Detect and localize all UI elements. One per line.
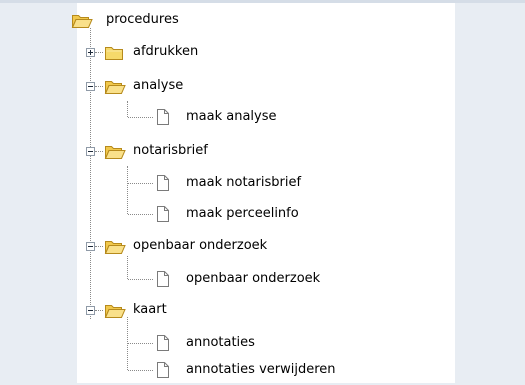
collapse-toggle[interactable]: [86, 242, 95, 251]
tree-node-label: kaart: [133, 302, 167, 317]
tree-node-label: openbaar onderzoek: [186, 271, 321, 286]
tree-node-label: notarisbrief: [133, 143, 208, 158]
tree-node-label: openbaar onderzoek: [133, 238, 268, 253]
open-folder-icon: [71, 15, 93, 28]
open-folder-icon: [104, 305, 126, 318]
folder-icon: [105, 47, 123, 60]
document-icon: [157, 109, 169, 125]
tree-leaf-maak-perceelinfo[interactable]: maak perceelinfo: [77, 205, 455, 229]
tree-node-label: analyse: [133, 78, 184, 93]
open-folder-icon: [104, 81, 126, 94]
tree-node-label: maak notarisbrief: [186, 175, 302, 190]
tree-node-analyse[interactable]: analyse: [77, 77, 455, 101]
collapse-toggle[interactable]: [86, 147, 95, 156]
tree-node-afdrukken[interactable]: afdrukken: [77, 43, 455, 67]
tree-panel: procedures afdrukken analyse maak analys…: [71, 3, 455, 385]
open-folder-icon: [104, 241, 126, 254]
document-icon: [157, 335, 169, 351]
tree-leaf-maak-notarisbrief[interactable]: maak notarisbrief: [77, 174, 455, 198]
collapse-toggle[interactable]: [86, 82, 95, 91]
open-folder-icon: [104, 146, 126, 159]
tree-node-notarisbrief[interactable]: notarisbrief: [77, 142, 455, 166]
document-icon: [157, 175, 169, 191]
expand-toggle[interactable]: [86, 48, 95, 57]
collapse-toggle[interactable]: [86, 306, 95, 315]
document-icon: [157, 271, 169, 287]
tree-leaf-openbaar-onderzoek[interactable]: openbaar onderzoek: [77, 270, 455, 294]
tree-leaf-maak-analyse[interactable]: maak analyse: [77, 108, 455, 132]
tree-leaf-annotaties-verwijderen[interactable]: annotaties verwijderen: [77, 361, 455, 385]
tree-node-label: annotaties verwijderen: [186, 362, 336, 377]
tree-node-kaart[interactable]: kaart: [77, 301, 455, 325]
document-icon: [157, 362, 169, 378]
tree-node-label: afdrukken: [133, 44, 199, 59]
tree-node-label: procedures: [106, 12, 179, 27]
tree-leaf-annotaties[interactable]: annotaties: [77, 334, 455, 358]
tree-node-openbaar-onderzoek[interactable]: openbaar onderzoek: [77, 237, 455, 261]
tree-node-label: annotaties: [186, 335, 255, 350]
procedures-tree: procedures afdrukken analyse maak analys…: [71, 3, 455, 385]
tree-node-label: maak perceelinfo: [186, 206, 299, 221]
tree-node-procedures[interactable]: procedures: [71, 11, 455, 35]
tree-node-label: maak analyse: [186, 109, 277, 124]
document-icon: [157, 206, 169, 222]
